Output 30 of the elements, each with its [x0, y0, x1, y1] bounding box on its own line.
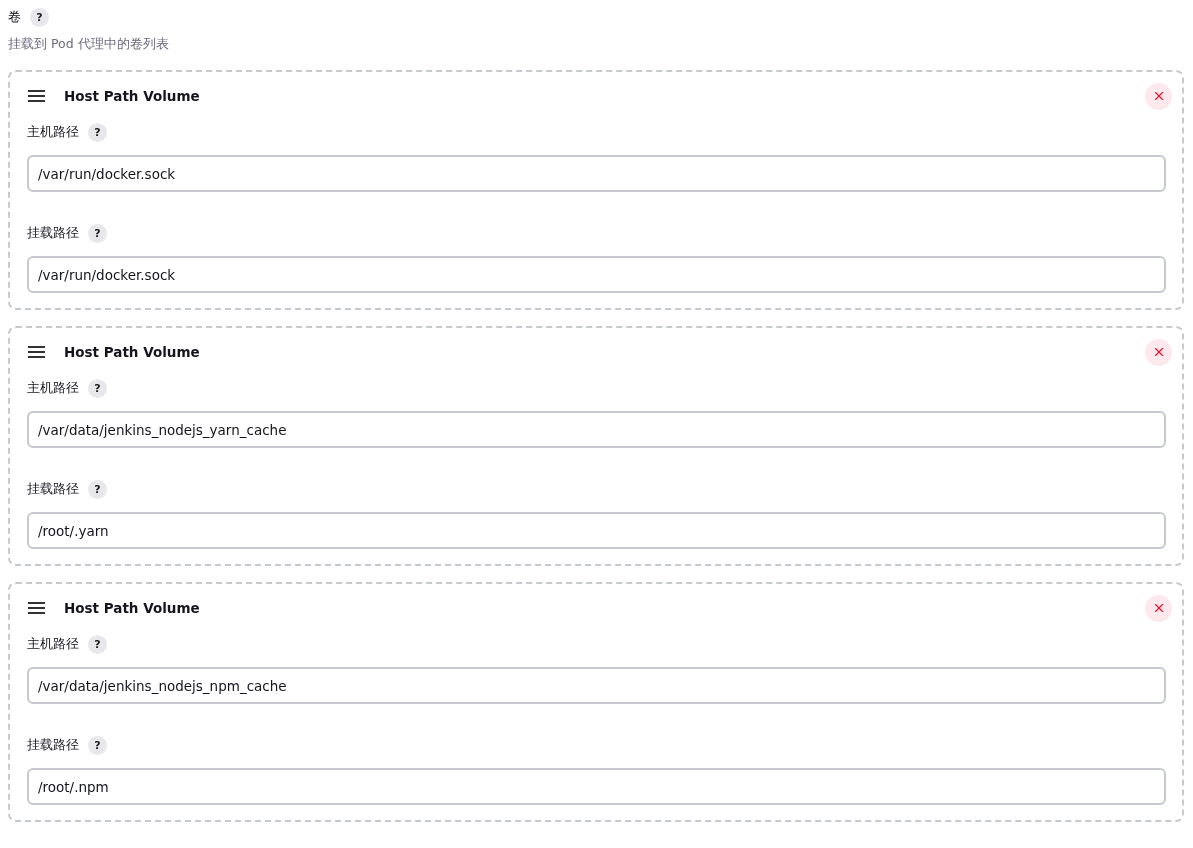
path-input[interactable]: /var/data/jenkins_nodejs_npm_cache: [27, 667, 1166, 704]
help-icon[interactable]: ?: [88, 479, 107, 499]
help-icon[interactable]: ?: [88, 122, 107, 142]
field-label: 挂载路径: [27, 224, 79, 242]
field-label: 主机路径: [27, 123, 79, 141]
volume-title: Host Path Volume: [64, 88, 201, 104]
help-icon[interactable]: ?: [88, 223, 107, 243]
close-button[interactable]: [1145, 82, 1172, 110]
close-button[interactable]: [1145, 338, 1172, 366]
path-input[interactable]: /root/.npm: [27, 768, 1166, 805]
field-label: 挂载路径: [27, 736, 79, 754]
path-input[interactable]: /root/.yarn: [27, 512, 1166, 549]
volume-title: Host Path Volume: [64, 344, 201, 360]
drag-handle-icon[interactable]: [28, 602, 45, 614]
close-button[interactable]: [1145, 594, 1172, 622]
field-label: 主机路径: [27, 635, 79, 653]
field-label: 主机路径: [27, 379, 79, 397]
drag-handle-icon[interactable]: [28, 346, 45, 358]
section-description: 挂载到 Pod 代理中的卷列表: [8, 36, 170, 53]
help-icon[interactable]: ?: [88, 634, 107, 654]
field-label: 挂载路径: [27, 480, 79, 498]
help-icon[interactable]: ?: [88, 378, 107, 398]
volume-title: Host Path Volume: [64, 600, 201, 616]
section-title: 卷: [8, 8, 21, 26]
path-input[interactable]: /var/run/docker.sock: [27, 256, 1166, 293]
drag-handle-icon[interactable]: [28, 90, 45, 102]
help-icon[interactable]: ?: [88, 735, 107, 755]
path-input[interactable]: /var/run/docker.sock: [27, 155, 1166, 192]
path-input[interactable]: /var/data/jenkins_nodejs_yarn_cache: [27, 411, 1166, 448]
help-icon[interactable]: ?: [30, 7, 49, 27]
